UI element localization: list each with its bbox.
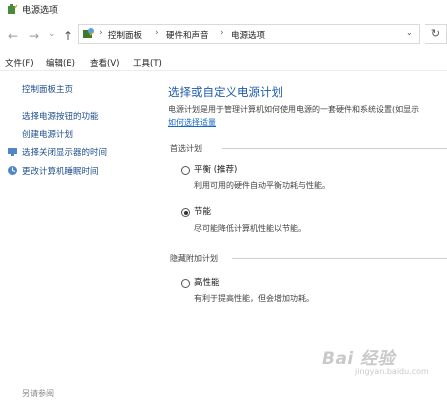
breadcrumb-separator: › <box>155 28 159 38</box>
refresh-icon[interactable]: ↻ <box>425 24 447 44</box>
baidu-watermark: Bai 经验 <box>322 349 396 369</box>
breadcrumb-separator: › <box>99 28 103 38</box>
section-divider <box>222 148 447 149</box>
plan-balanced-desc: 利用可用的硬件自动平衡功耗与性能。 <box>194 181 330 190</box>
breadcrumb-hardware-sound[interactable]: 硬件和声音 <box>166 29 209 41</box>
title-bar <box>0 0 447 20</box>
plan-balanced-radio[interactable] <box>181 166 190 175</box>
menu-tools[interactable]: 工具(T) <box>133 57 162 69</box>
back-arrow-icon[interactable]: ← <box>8 29 18 43</box>
plan-power-saver-name[interactable]: 节能 <box>194 205 211 217</box>
menu-edit[interactable]: 编辑(E) <box>46 57 75 69</box>
watermark-url: jingyan.baidu.com <box>355 367 429 376</box>
menu-divider <box>0 70 447 71</box>
create-power-plan-link[interactable]: 创建电源计划 <box>22 128 73 140</box>
plan-high-performance-desc: 有利于提高性能，但会增加功耗。 <box>194 294 314 303</box>
power-button-function-link[interactable]: 选择电源按钮的功能 <box>22 110 99 122</box>
breadcrumb-power-options[interactable]: 电源选项 <box>231 29 265 41</box>
recent-dropdown-icon[interactable]: ⌄ <box>48 29 56 39</box>
sleep-time-link[interactable]: 更改计算机睡眠时间 <box>22 165 99 177</box>
menu-file[interactable]: 文件(F) <box>5 57 34 69</box>
window-title: 电源选项 <box>22 6 59 16</box>
breadcrumb-separator: › <box>220 28 224 38</box>
forward-arrow-icon[interactable]: → <box>29 29 39 43</box>
page-title: 选择或自定义电源计划 <box>168 85 283 99</box>
menu-view[interactable]: 查看(V) <box>90 57 119 69</box>
plan-balanced-name[interactable]: 平衡 (推荐) <box>194 163 237 175</box>
description-link[interactable]: 如何选择适量 <box>168 117 216 128</box>
address-dropdown-icon[interactable]: ⌄ <box>406 28 413 37</box>
breadcrumb-control-panel[interactable]: 控制面板 <box>108 29 142 41</box>
preferred-plans-label: 首选计划 <box>170 144 202 153</box>
page-description: 电源计划是用于管理计算机如何使用电源的一套硬件和系统设置(如显示 <box>168 105 420 114</box>
hidden-plans-label[interactable]: 隐藏附加计划 <box>170 253 218 264</box>
power-options-icon <box>8 4 18 14</box>
shield-icon <box>8 148 17 156</box>
section-divider <box>232 258 447 259</box>
plan-power-saver-radio[interactable] <box>181 208 190 217</box>
see-also-heading: 另请参阅 <box>22 389 54 398</box>
plan-high-performance-name[interactable]: 高性能 <box>194 276 220 288</box>
display-off-time-link[interactable]: 选择关闭显示器的时间 <box>22 146 107 158</box>
shield-icon <box>8 166 17 175</box>
plan-high-performance-radio[interactable] <box>181 279 190 288</box>
control-panel-icon <box>83 28 95 38</box>
up-arrow-icon[interactable]: ↑ <box>63 29 73 43</box>
plan-power-saver-desc: 尽可能降低计算机性能以节能。 <box>194 224 306 233</box>
control-panel-home-link[interactable]: 控制面板主页 <box>22 83 73 95</box>
